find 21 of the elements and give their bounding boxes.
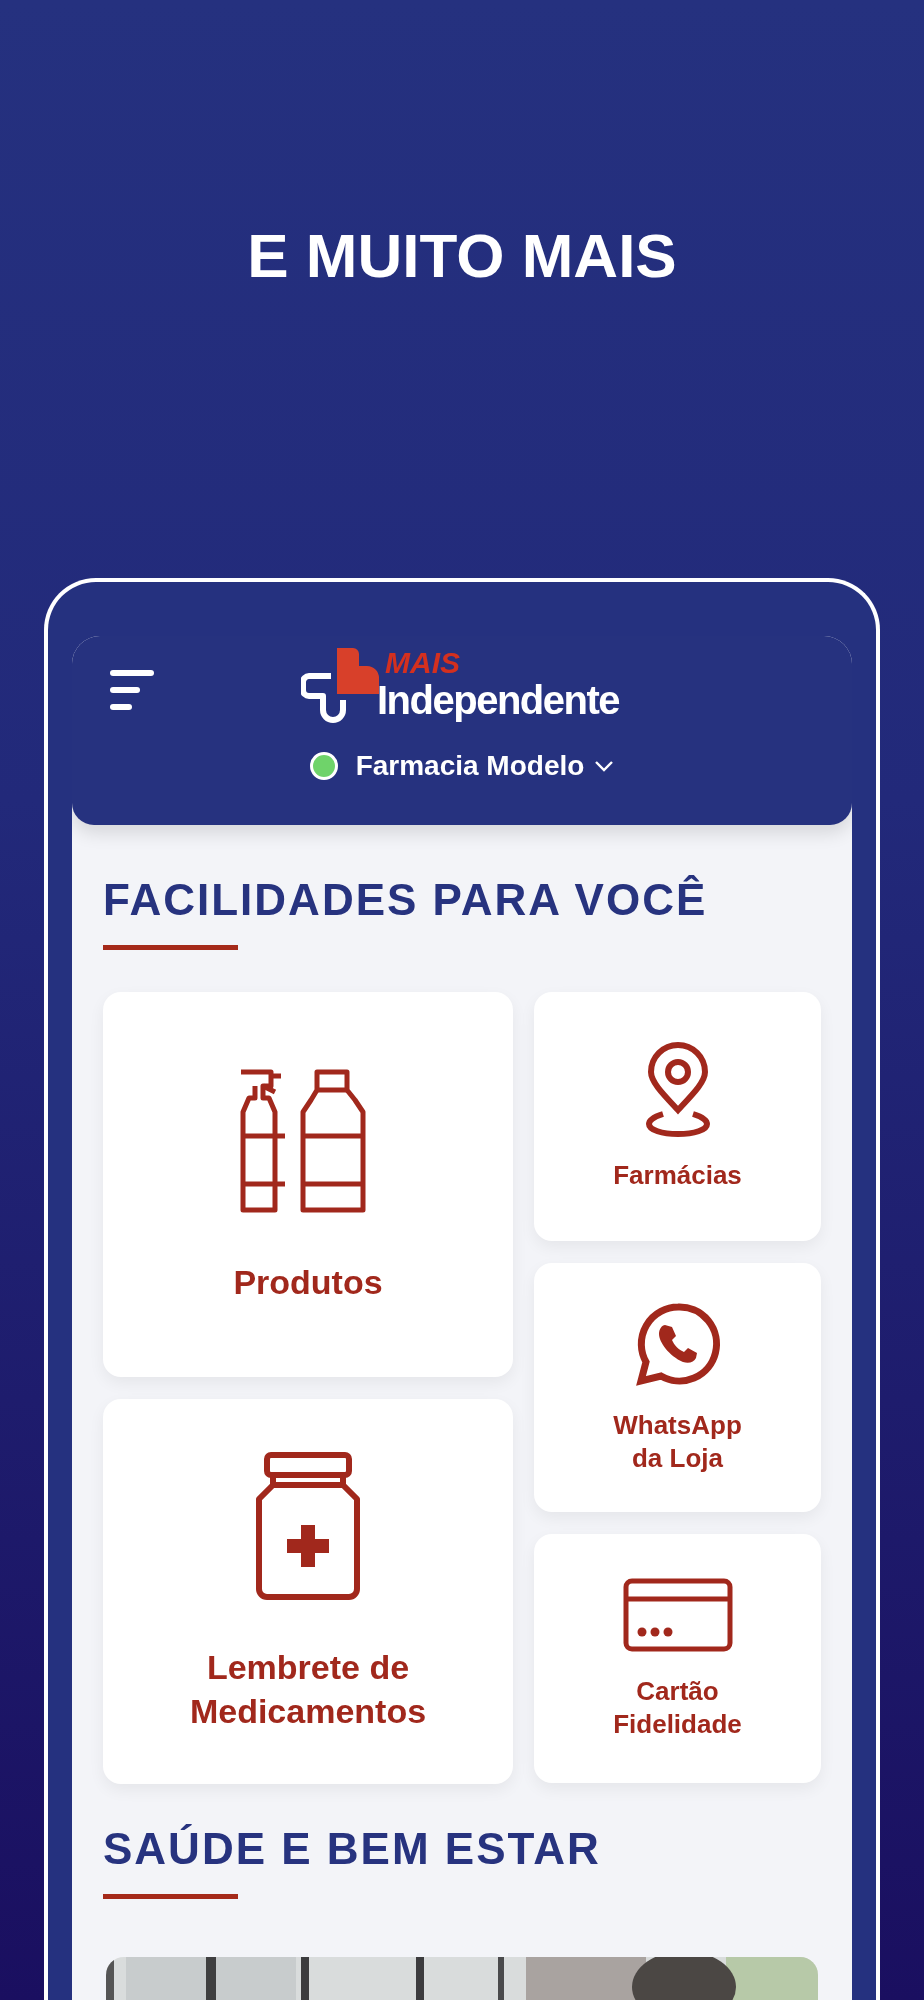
section-title: FACILIDADES PARA VOCÊ (103, 874, 709, 926)
menu-icon[interactable] (110, 670, 156, 710)
section-title: SAÚDE E BEM ESTAR (103, 1823, 602, 1875)
feature-card[interactable]: Farmácias (534, 992, 821, 1241)
logo-wordmark: Independente (377, 678, 619, 722)
whatsapp-icon (634, 1300, 721, 1387)
card-label: WhatsApp da Loja (612, 1408, 743, 1475)
chevron-down-icon (594, 760, 615, 772)
card-label: Produtos (233, 1261, 383, 1303)
feature-card[interactable]: Lembrete de Medicamentos (103, 1399, 513, 1784)
medicine-jar-icon (253, 1450, 363, 1601)
card-label: Lembrete de Medicamentos (188, 1646, 428, 1732)
card-label: Farmácias (613, 1158, 742, 1192)
logo-tagline: MAIS (385, 648, 461, 678)
feature-card[interactable]: WhatsApp da Loja (534, 1263, 821, 1512)
headline: E MUITO MAIS (247, 220, 677, 292)
card-label: Cartão Fidelidade (612, 1674, 743, 1741)
credit-card-icon (621, 1576, 734, 1653)
store-selector[interactable]: Farmacia Modelo (309, 750, 615, 782)
feature-card[interactable]: Cartão Fidelidade (534, 1534, 821, 1783)
feature-card[interactable]: Produtos (103, 992, 513, 1377)
